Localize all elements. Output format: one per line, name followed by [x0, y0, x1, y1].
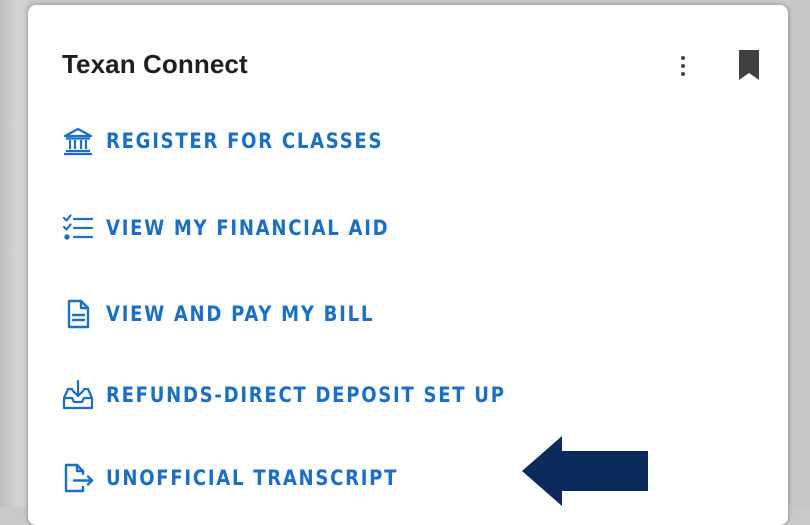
checklist-icon [62, 212, 94, 244]
more-options-icon[interactable] [671, 50, 695, 82]
background-left [0, 0, 28, 507]
link-unofficial-transcript[interactable]: UNOFFICIAL TRANSCRIPT [62, 458, 446, 498]
link-label: VIEW AND PAY MY BILL [106, 302, 375, 326]
link-label: REFUNDS-DIRECT DEPOSIT SET UP [106, 383, 506, 407]
link-label: REGISTER FOR CLASSES [106, 129, 384, 153]
document-icon [62, 298, 94, 330]
pointer-arrow [522, 436, 648, 506]
link-label: VIEW MY FINANCIAL AID [106, 216, 390, 240]
bank-icon [62, 125, 94, 157]
link-view-my-financial-aid[interactable]: VIEW MY FINANCIAL AID [62, 208, 436, 248]
background-right [788, 0, 810, 507]
texan-connect-card: Texan Connect REGISTER FOR CLASSES VIEW … [28, 5, 788, 525]
inbox-download-icon [62, 379, 94, 411]
link-refunds-direct-deposit-set-up[interactable]: REFUNDS-DIRECT DEPOSIT SET UP [62, 375, 571, 415]
card-title: Texan Connect [62, 49, 248, 79]
link-register-for-classes[interactable]: REGISTER FOR CLASSES [62, 121, 428, 161]
link-view-and-pay-my-bill[interactable]: VIEW AND PAY MY BILL [62, 294, 418, 334]
export-file-icon [62, 462, 94, 494]
link-label: UNOFFICIAL TRANSCRIPT [106, 466, 399, 490]
bookmark-icon[interactable] [738, 49, 760, 81]
